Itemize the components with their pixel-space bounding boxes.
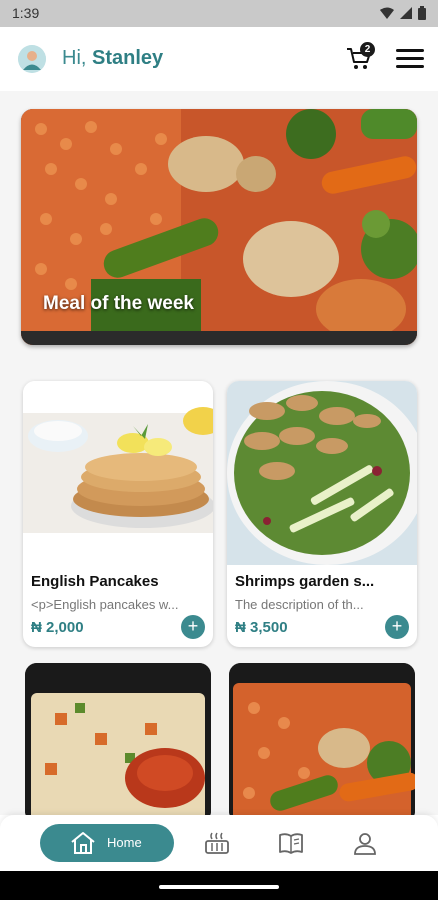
- meal-card[interactable]: English Pancakes <p>English pancakes w..…: [23, 381, 213, 647]
- meal-title: Shrimps garden s...: [235, 573, 375, 590]
- wifi-icon: [380, 7, 394, 19]
- menu-icon[interactable]: [396, 49, 424, 69]
- home-gesture-handle[interactable]: [159, 885, 279, 889]
- status-time: 1:39: [12, 5, 40, 21]
- profile-icon[interactable]: [352, 831, 378, 855]
- meal-image: [227, 381, 417, 565]
- add-icon[interactable]: +: [181, 615, 205, 639]
- greeting: Hi, Stanley: [62, 47, 163, 70]
- nav-home-label: Home: [107, 835, 142, 850]
- status-icons: [380, 6, 426, 20]
- hero-title: Meal of the week: [43, 293, 194, 314]
- add-icon[interactable]: +: [385, 615, 409, 639]
- cart-badge: 2: [360, 42, 375, 57]
- meal-image: [229, 663, 415, 815]
- meal-description: <p>English pancakes w...: [31, 597, 179, 612]
- home-icon: [71, 832, 95, 854]
- meal-image: [25, 663, 211, 815]
- battery-icon: [418, 6, 426, 20]
- meal-price: ₦ 2,000: [31, 619, 84, 636]
- main-content[interactable]: Meal of the week English Pancakes <p>Eng…: [0, 91, 438, 815]
- meal-image: [23, 381, 213, 565]
- bottom-navigation: Home: [0, 815, 438, 871]
- meal-card[interactable]: [25, 663, 211, 815]
- status-bar: 1:39: [0, 0, 438, 27]
- cart-button[interactable]: 2: [346, 42, 375, 71]
- system-navigation-bar: [0, 871, 438, 900]
- meal-of-week-banner[interactable]: Meal of the week: [21, 109, 417, 345]
- meal-price: ₦ 3,500: [235, 619, 288, 636]
- book-icon[interactable]: [278, 831, 304, 855]
- meal-card[interactable]: Shrimps garden s... The description of t…: [227, 381, 417, 647]
- app-header: Hi, Stanley 2: [0, 27, 438, 91]
- meal-card[interactable]: [229, 663, 415, 815]
- user-avatar-icon[interactable]: [18, 45, 46, 73]
- signal-icon: [400, 7, 412, 19]
- meal-description: The description of th...: [235, 597, 364, 612]
- user-name: Stanley: [92, 47, 164, 69]
- food-tray-icon[interactable]: [204, 831, 230, 855]
- greeting-text: Hi,: [62, 47, 87, 69]
- nav-home-button[interactable]: Home: [40, 824, 174, 862]
- meal-title: English Pancakes: [31, 573, 159, 590]
